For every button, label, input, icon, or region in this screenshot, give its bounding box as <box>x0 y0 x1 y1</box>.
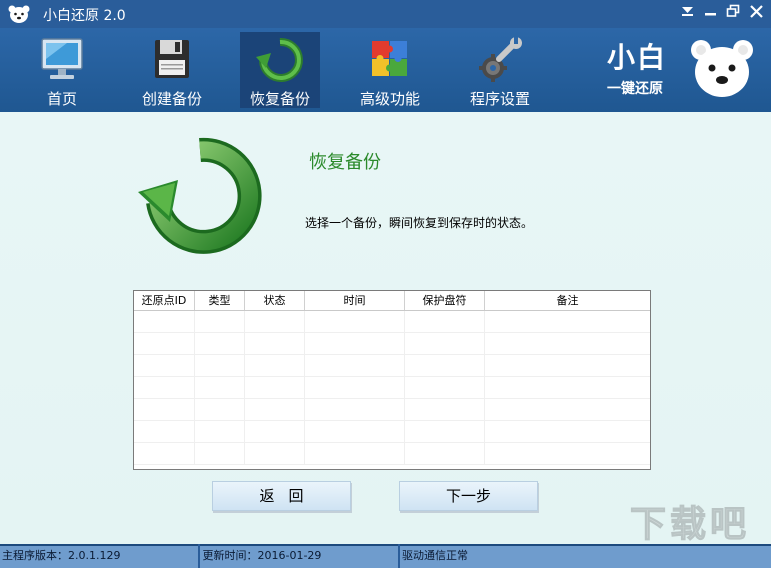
menu-icon[interactable] <box>679 2 696 20</box>
brand-logo: 小白 一键还原 <box>605 34 765 108</box>
nav-label: 创建备份 <box>141 90 202 108</box>
table-row <box>134 311 650 333</box>
brand-slogan: 一键还原 <box>607 81 663 97</box>
content-area: 恢复备份 选择一个备份，瞬间恢复到保存时的状态。 还原点ID 类型 状态 时间 … <box>0 112 771 544</box>
nav-label: 恢复备份 <box>249 90 310 108</box>
puzzle-icon <box>372 41 407 76</box>
wrench-gear-icon <box>479 37 522 82</box>
column-header[interactable]: 类型 <box>195 291 245 310</box>
page-description: 选择一个备份，瞬间恢复到保存时的状态。 <box>305 216 534 230</box>
main-toolbar: 首页 创建备份 恢复备份 高级功能 程序设置 小白 一键还原 <box>0 28 771 112</box>
table-row <box>134 421 650 443</box>
status-driver: 驱动通信正常 <box>399 544 771 568</box>
restore-icon[interactable] <box>725 2 742 20</box>
restore-arrow-icon <box>256 37 303 82</box>
nav-label: 高级功能 <box>359 90 420 108</box>
table-row <box>134 377 650 399</box>
restore-arrow-icon <box>138 137 262 254</box>
table-row <box>134 355 650 377</box>
nav-label: 首页 <box>46 90 77 108</box>
floppy-disk-icon <box>155 40 189 78</box>
table-body <box>134 311 650 469</box>
status-update-time: 更新时间：2016-01-29 <box>200 544 398 568</box>
watermark-logo: 下载吧 <box>630 504 750 545</box>
close-icon[interactable] <box>748 2 765 20</box>
svg-text:下载吧: 下载吧 <box>630 504 750 544</box>
monitor-icon <box>41 38 83 79</box>
table-row <box>134 333 650 355</box>
nav-create-backup[interactable]: 创建备份 <box>132 32 212 108</box>
nav-settings[interactable]: 程序设置 <box>460 32 540 108</box>
back-button[interactable]: 返回 <box>212 481 351 511</box>
restore-points-table[interactable]: 还原点ID 类型 状态 时间 保护盘符 备注 <box>133 290 651 470</box>
column-header[interactable]: 时间 <box>305 291 405 310</box>
status-bar: 主程序版本：2.0.1.129 更新时间：2016-01-29 驱动通信正常 <box>0 544 771 568</box>
status-version: 主程序版本：2.0.1.129 <box>0 544 199 568</box>
column-header[interactable]: 备注 <box>485 291 650 310</box>
column-header[interactable]: 状态 <box>245 291 305 310</box>
brand-name: 小白 <box>607 41 668 74</box>
next-button[interactable]: 下一步 <box>399 481 538 511</box>
nav-label: 程序设置 <box>469 90 530 108</box>
window-title: 小白还原 2.0 <box>43 8 126 24</box>
column-header[interactable]: 保护盘符 <box>405 291 485 310</box>
bear-logo-icon <box>691 40 753 97</box>
nav-home[interactable]: 首页 <box>22 32 102 108</box>
table-row <box>134 443 650 465</box>
nav-advanced[interactable]: 高级功能 <box>350 32 430 108</box>
minimize-icon[interactable] <box>702 2 719 20</box>
window-controls <box>679 2 765 20</box>
column-header[interactable]: 还原点ID <box>134 291 195 310</box>
table-header: 还原点ID 类型 状态 时间 保护盘符 备注 <box>134 291 650 311</box>
title-bar: 小白还原 2.0 <box>0 0 771 28</box>
bear-app-icon <box>8 5 30 23</box>
page-title: 恢复备份 <box>309 152 381 173</box>
nav-restore-backup[interactable]: 恢复备份 <box>240 32 320 108</box>
table-row <box>134 399 650 421</box>
